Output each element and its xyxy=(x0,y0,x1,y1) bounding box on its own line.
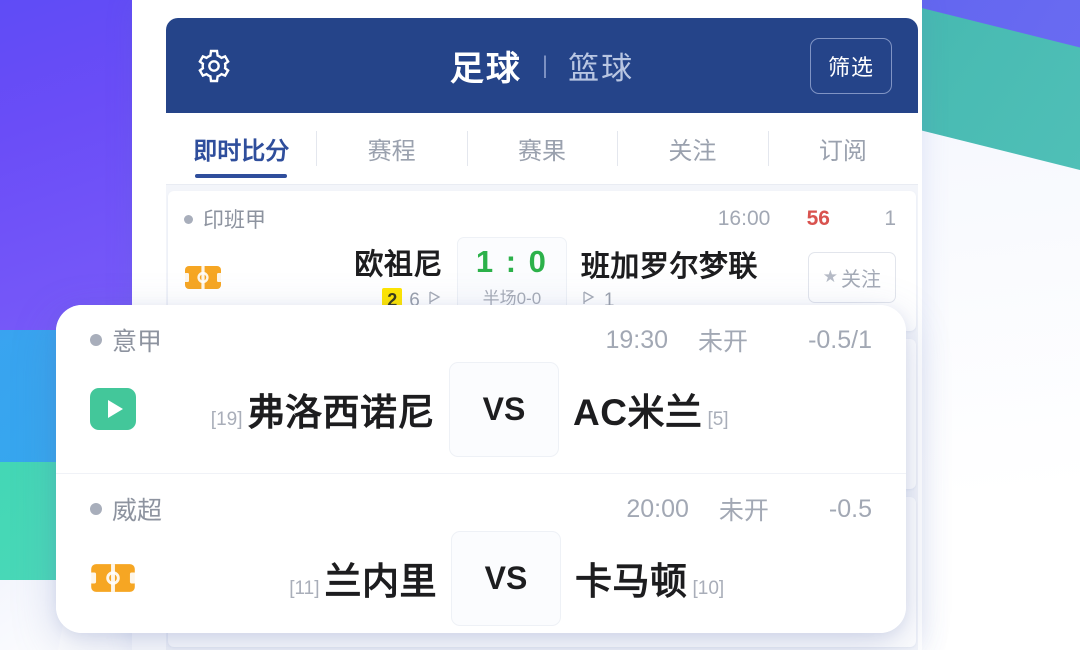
star-icon: ★ xyxy=(822,267,838,286)
overlay-away-block-1: AC米兰 [5] xyxy=(559,382,872,436)
primary-tabbar: 即时比分 赛程 赛果 关注 订阅 xyxy=(166,113,918,185)
overlay-league-name-1: 意甲 xyxy=(112,328,163,356)
overlay-away-rank-1: [5] xyxy=(707,409,729,430)
tab-results[interactable]: 赛果 xyxy=(466,113,617,184)
overlay-match-state-2: 未开 xyxy=(718,497,769,525)
overlay-away-block-2: 卡马顿 [10] xyxy=(561,551,872,605)
play-video-icon[interactable] xyxy=(90,388,136,430)
overlay-home-line-1: [19] 弗洛西诺尼 xyxy=(206,382,435,436)
gear-icon xyxy=(196,48,232,84)
overlay-handicap-2: -0.5 xyxy=(828,494,872,523)
overlay-away-rank-2: [10] xyxy=(692,578,725,599)
overlay-home-team-2: 兰内里 xyxy=(324,561,437,602)
overlay-away-team-2: 卡马顿 xyxy=(575,561,688,602)
overlay-match-time-2: 20:00 xyxy=(626,494,689,523)
match-handicap: 1 xyxy=(884,207,896,230)
sport-separator: | xyxy=(541,51,549,79)
sport-tab-football[interactable]: 足球 xyxy=(450,41,522,90)
follow-button-label: 关注 xyxy=(841,268,881,291)
away-team-name: 班加罗尔梦联 xyxy=(580,250,758,283)
overlay-vs-box-2: VS xyxy=(451,530,561,626)
overlay-vs-box-1: VS xyxy=(449,361,559,457)
league-dot-icon-ov1 xyxy=(90,334,102,346)
overlay-away-team-1: AC米兰 xyxy=(573,392,703,433)
overlay-home-block-2: [11] 兰内里 xyxy=(140,551,451,605)
overlay-away-line-2: 卡马顿 [10] xyxy=(575,551,729,605)
match-minute: 56 xyxy=(806,207,830,230)
overlay-body-1: [19] 弗洛西诺尼 VS AC米兰 [5] xyxy=(90,359,872,459)
play-triangle-icon xyxy=(107,400,123,418)
tab-live-scores[interactable]: 即时比分 xyxy=(166,113,316,184)
overlay-meta-2: 威超 20:00 未开 -0.5 xyxy=(90,492,872,526)
sport-tab-basketball[interactable]: 篮球 xyxy=(568,43,634,88)
follow-button[interactable]: ★ 关注 xyxy=(807,251,896,303)
overlay-league-name-2: 威超 xyxy=(112,497,163,525)
app-header: 足球 | 篮球 筛选 xyxy=(166,18,918,113)
league-dot-icon-ov2 xyxy=(90,503,102,515)
tab-schedule[interactable]: 赛程 xyxy=(316,113,466,184)
league-name: 印班甲 xyxy=(203,209,266,232)
overlay-away-line-1: AC米兰 [5] xyxy=(573,382,734,436)
away-team-line: 班加罗尔梦联 xyxy=(581,243,758,285)
away-team-block: 班加罗尔梦联 1 xyxy=(567,243,794,312)
overlay-home-rank-1: [19] xyxy=(210,409,243,430)
floating-match-overlay: 意甲 19:30 未开 -0.5/1 [19] 弗洛西诺尼 VS AC米兰 [5… xyxy=(56,305,906,633)
home-team-name: 欧祖尼 xyxy=(354,249,443,282)
filter-button[interactable]: 筛选 xyxy=(809,37,892,94)
settings-button[interactable] xyxy=(192,44,236,88)
score-value: 1 : 0 xyxy=(475,244,548,279)
sport-switcher: 足球 | 篮球 xyxy=(166,41,918,90)
overlay-body-2: [11] 兰内里 VS 卡马顿 [10] xyxy=(90,528,872,628)
overlay-home-block-1: [19] 弗洛西诺尼 xyxy=(136,382,449,436)
match-meta: 印班甲 16:00 56 1 xyxy=(184,205,896,233)
overlay-match-row-2[interactable]: 威超 20:00 未开 -0.5 [11] 兰内里 VS 卡马顿 [10] xyxy=(56,473,906,633)
league-dot-icon xyxy=(184,214,193,224)
overlay-meta-1: 意甲 19:30 未开 -0.5/1 xyxy=(90,323,872,357)
overlay-match-state-1: 未开 xyxy=(698,328,749,356)
overlay-home-rank-2: [11] xyxy=(289,578,320,599)
overlay-match-time-1: 19:30 xyxy=(605,325,669,354)
overlay-home-line-2: [11] 兰内里 xyxy=(284,551,437,605)
overlay-home-team-1: 弗洛西诺尼 xyxy=(247,392,435,433)
home-team-block: 欧祖尼 2 6 xyxy=(230,241,457,313)
screenshot-root: 足球 | 篮球 筛选 即时比分 赛程 赛果 关注 订阅 印班甲 16:00 56… xyxy=(0,0,1080,650)
football-pitch-icon-2 xyxy=(90,561,136,595)
overlay-match-row-1[interactable]: 意甲 19:30 未开 -0.5/1 [19] 弗洛西诺尼 VS AC米兰 [5… xyxy=(56,305,906,473)
football-pitch-icon xyxy=(184,264,222,291)
match-time: 16:00 xyxy=(717,207,771,230)
home-team-line: 欧祖尼 xyxy=(354,241,443,283)
overlay-handicap-1: -0.5/1 xyxy=(808,325,872,354)
tab-subscriptions[interactable]: 订阅 xyxy=(767,113,918,184)
tab-following[interactable]: 关注 xyxy=(617,113,767,184)
